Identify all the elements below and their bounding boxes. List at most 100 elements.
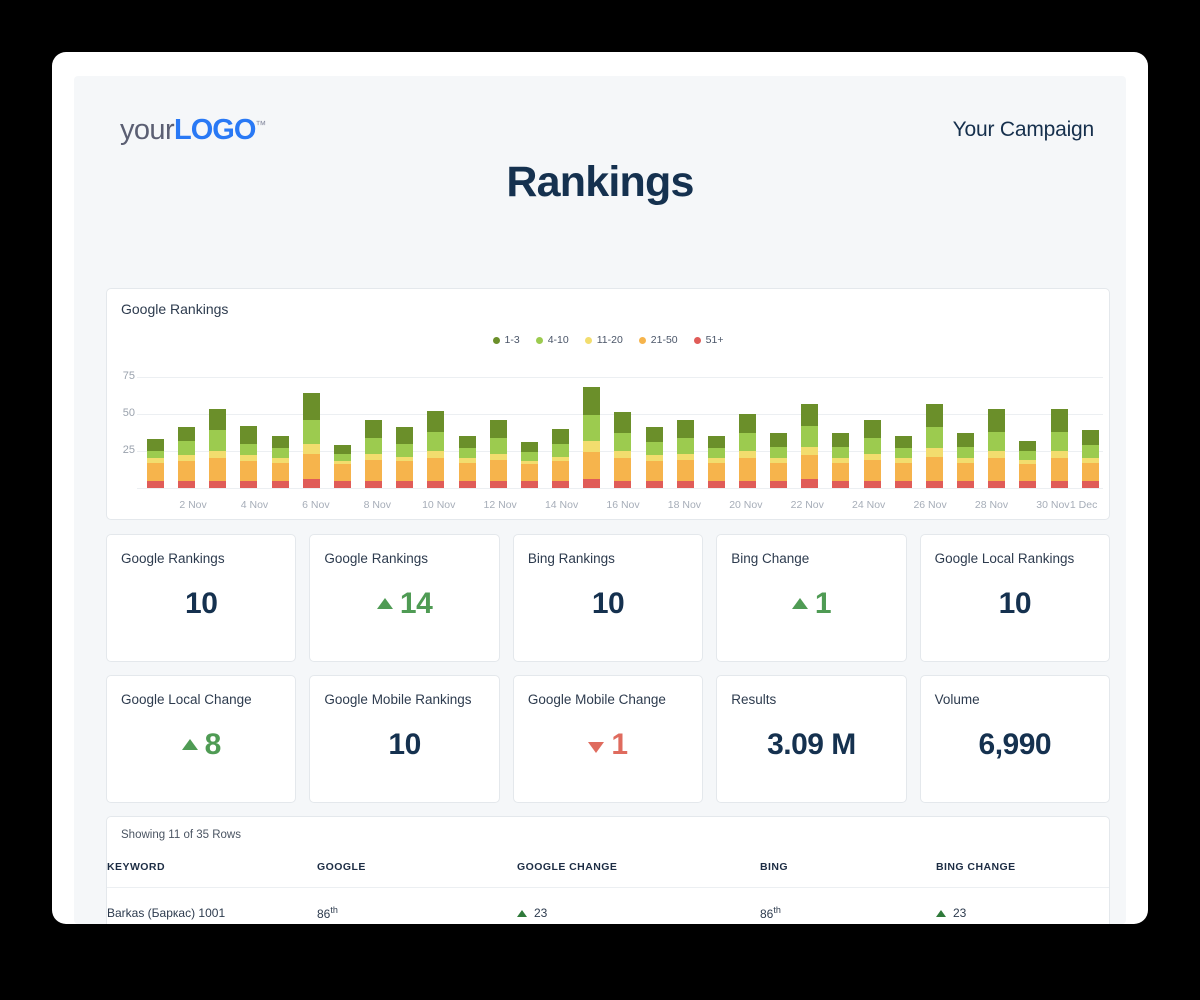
column-header-google-change[interactable]: GOOGLE CHANGE (517, 855, 760, 888)
trend-up-icon (792, 598, 808, 609)
bar-21-Nov[interactable] (770, 433, 787, 488)
bar-12-Nov[interactable] (490, 420, 507, 488)
bar-25-Nov[interactable] (895, 436, 912, 488)
bar-segment-4-10 (396, 444, 413, 457)
bar-segment-1-3 (801, 404, 818, 426)
kpi-card-google-rankings[interactable]: Google Rankings 10 (106, 534, 296, 662)
kpi-card-google-local-change[interactable]: Google Local Change8 (106, 675, 296, 803)
bar-9-Nov[interactable] (396, 427, 413, 488)
bar-16-Nov[interactable] (614, 412, 631, 488)
bar-11-Nov[interactable] (459, 436, 476, 488)
column-header-bing[interactable]: BING (760, 855, 936, 888)
bar-26-Nov[interactable] (926, 404, 943, 488)
trend-down-icon (588, 742, 604, 753)
bar-4-Nov[interactable] (240, 426, 257, 488)
bar-segment-1-3 (926, 404, 943, 428)
kpi-label: Google Rankings (121, 551, 225, 566)
kpi-card-google-local-rankings[interactable]: Google Local Rankings10 (920, 534, 1110, 662)
bar-segment-51+ (926, 481, 943, 488)
bar-segment-11-20 (614, 451, 631, 458)
bar-segment-4-10 (957, 447, 974, 459)
bar-segment-1-3 (583, 387, 600, 415)
screenshot-viewport: yourLOGO™ Your Campaign Rankings Google … (0, 0, 1200, 1000)
bar-15-Nov[interactable] (583, 387, 600, 488)
bar-5-Nov[interactable] (272, 436, 289, 488)
bar-23-Nov[interactable] (832, 433, 849, 488)
bar-22-Nov[interactable] (801, 404, 818, 488)
bar-27-Nov[interactable] (957, 433, 974, 488)
bar-segment-4-10 (552, 444, 569, 457)
bar-segment-1-3 (1051, 409, 1068, 431)
bar-segment-1-3 (521, 442, 538, 452)
legend-item-21-50[interactable]: 21-50 (639, 334, 678, 346)
bar-segment-4-10 (708, 448, 725, 458)
bar-20-Nov[interactable] (739, 414, 756, 488)
x-axis-tick-6-Nov: 6 Nov (302, 499, 329, 511)
bar-13-Nov[interactable] (521, 442, 538, 488)
column-header-google[interactable]: GOOGLE (317, 855, 517, 888)
bar-14-Nov[interactable] (552, 429, 569, 488)
table-row[interactable]: Barkas (Баркас) 100186th2386th23 (107, 888, 1109, 925)
kpi-card-google-mobile-change[interactable]: Google Mobile Change1 (513, 675, 703, 803)
kpi-card-google-mobile-rankings[interactable]: Google Mobile Rankings10 (309, 675, 499, 803)
kpi-card-results[interactable]: Results3.09 M (716, 675, 906, 803)
bar-1-Nov[interactable] (147, 439, 164, 488)
bar-24-Nov[interactable] (864, 420, 881, 488)
legend-item-4-10[interactable]: 4-10 (536, 334, 569, 346)
bar-segment-21-50 (365, 460, 382, 481)
bar-segment-51+ (864, 481, 881, 488)
bar-segment-51+ (614, 481, 631, 488)
bar-segment-4-10 (427, 432, 444, 451)
bar-18-Nov[interactable] (677, 420, 694, 488)
bar-segment-4-10 (1019, 451, 1036, 460)
bar-17-Nov[interactable] (646, 427, 663, 488)
bar-segment-1-3 (334, 445, 351, 454)
bar-8-Nov[interactable] (365, 420, 382, 488)
bar-3-Nov[interactable] (209, 409, 226, 488)
kpi-label: Google Local Rankings (935, 551, 1075, 566)
bar-28-Nov[interactable] (988, 409, 1005, 488)
bar-segment-1-3 (147, 439, 164, 451)
kpi-card-google-rankings[interactable]: Google Rankings14 (309, 534, 499, 662)
cell-keyword: Barkas (Баркас) 1001 (107, 888, 317, 925)
bar-10-Nov[interactable] (427, 411, 444, 488)
column-header-bing-change[interactable]: BING CHANGE (936, 855, 1109, 888)
bar-30-Nov[interactable] (1051, 409, 1068, 488)
bar-segment-1-3 (1082, 430, 1099, 445)
bar-segment-4-10 (832, 447, 849, 459)
bar-29-Nov[interactable] (1019, 441, 1036, 488)
bar-segment-21-50 (677, 460, 694, 481)
legend-item-11-20[interactable]: 11-20 (585, 334, 623, 346)
kpi-value: 10 (514, 587, 702, 621)
bar-segment-21-50 (303, 454, 320, 479)
kpi-card-bing-change[interactable]: Bing Change1 (716, 534, 906, 662)
bar-segment-51+ (832, 481, 849, 488)
legend-item-51+[interactable]: 51+ (694, 334, 724, 346)
bar-segment-4-10 (926, 427, 943, 448)
legend-item-1-3[interactable]: 1-3 (493, 334, 520, 346)
bar-segment-11-20 (739, 451, 756, 458)
bar-segment-4-10 (1082, 445, 1099, 458)
bar-segment-51+ (1082, 481, 1099, 488)
bar-segment-11-20 (988, 451, 1005, 458)
kpi-label: Google Mobile Change (528, 692, 666, 707)
bar-19-Nov[interactable] (708, 436, 725, 488)
bar-segment-21-50 (490, 460, 507, 481)
bar-1-Dec[interactable] (1082, 430, 1099, 488)
bar-segment-21-50 (240, 461, 257, 480)
cell-google-change: 23 (517, 888, 760, 925)
bar-segment-51+ (895, 481, 912, 488)
bar-segment-11-20 (583, 441, 600, 453)
logo-prefix: your (120, 114, 174, 146)
kpi-card-volume[interactable]: Volume6,990 (920, 675, 1110, 803)
legend-swatch-icon (493, 337, 500, 344)
kpi-card-bing-rankings[interactable]: Bing Rankings10 (513, 534, 703, 662)
bar-2-Nov[interactable] (178, 427, 195, 488)
kpi-value: 6,990 (921, 728, 1109, 762)
kpi-number: 10 (185, 587, 217, 621)
bar-7-Nov[interactable] (334, 445, 351, 488)
column-header-keyword[interactable]: KEYWORD (107, 855, 317, 888)
legend-swatch-icon (585, 337, 592, 344)
bar-segment-21-50 (708, 463, 725, 481)
bar-6-Nov[interactable] (303, 393, 320, 488)
